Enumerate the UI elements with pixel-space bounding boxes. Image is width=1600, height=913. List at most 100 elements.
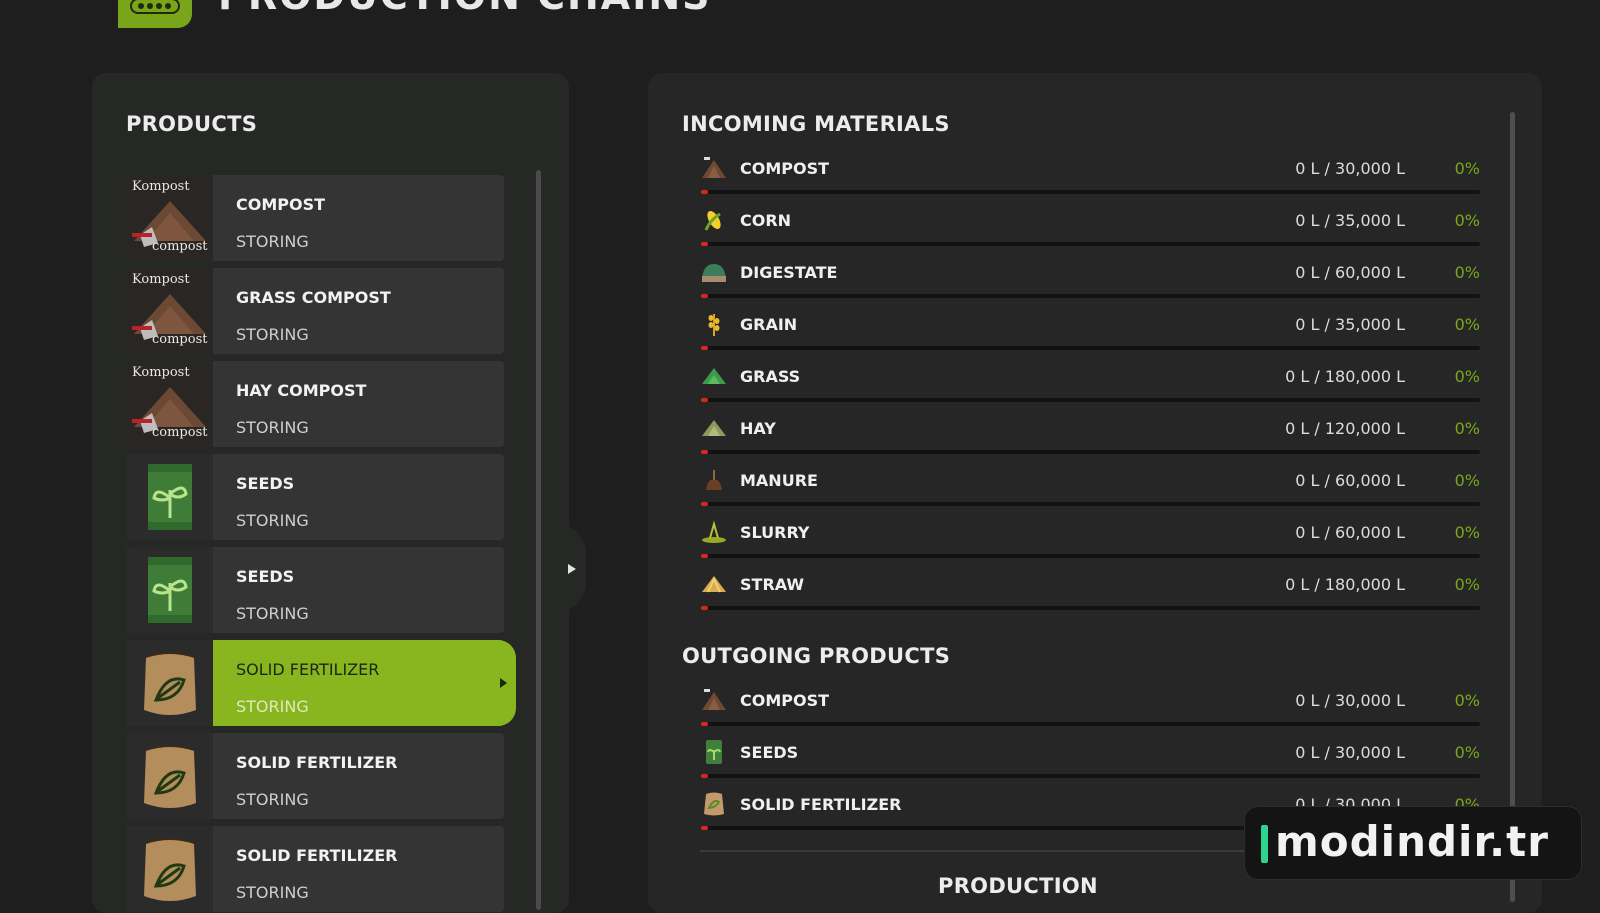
fill-level-indicator	[701, 398, 708, 402]
material-amount: 0 L / 120,000 L	[1285, 419, 1405, 438]
details-scrollbar[interactable]	[1510, 112, 1515, 902]
material-row: DIGESTATE 0 L / 60,000 L 0%	[700, 258, 1480, 302]
material-amount: 0 L / 180,000 L	[1285, 367, 1405, 386]
material-percent: 0%	[1454, 419, 1480, 438]
compost-icon	[700, 686, 728, 714]
material-name: GRASS	[740, 367, 801, 386]
material-row: SEEDS 0 L / 30,000 L 0%	[700, 738, 1480, 782]
product-item[interactable]: SOLID FERTILIZER STORING	[126, 733, 504, 819]
product-name: SEEDS	[236, 474, 295, 493]
fertilizer-sack-icon	[126, 826, 213, 912]
watermark-text: modindir.tr	[1275, 817, 1549, 866]
material-row: SLURRY 0 L / 60,000 L 0%	[700, 518, 1480, 562]
product-name: GRASS COMPOST	[236, 288, 391, 307]
incoming-materials-heading: INCOMING MATERIALS	[682, 112, 950, 136]
material-row: COMPOST 0 L / 30,000 L 0%	[700, 154, 1480, 198]
fill-level-indicator	[701, 554, 708, 558]
material-name: SLURRY	[740, 523, 810, 542]
thumb-label-top: Kompost	[132, 365, 190, 380]
product-item[interactable]: Kompost compost GRASS COMPOST STORING	[126, 268, 504, 354]
product-item[interactable]: SEEDS STORING	[126, 454, 504, 540]
production-heading: PRODUCTION	[938, 874, 1098, 898]
panel-toggle-button[interactable]	[556, 524, 586, 612]
product-name: SOLID FERTILIZER	[236, 753, 398, 772]
material-name: STRAW	[740, 575, 805, 594]
material-row: CORN 0 L / 35,000 L 0%	[700, 206, 1480, 250]
manure-icon	[700, 466, 728, 494]
fill-level-bar	[701, 450, 1480, 454]
material-amount: 0 L / 35,000 L	[1295, 315, 1405, 334]
material-name: COMPOST	[740, 159, 830, 178]
product-status: STORING	[236, 232, 309, 251]
fill-level-bar	[701, 190, 1480, 194]
fill-level-bar	[701, 606, 1480, 610]
seeds-icon	[700, 738, 728, 766]
fill-level-indicator	[701, 826, 708, 830]
seeds-icon	[126, 454, 213, 540]
watermark: modindir.tr	[1244, 806, 1582, 880]
fill-level-indicator	[701, 606, 708, 610]
material-percent: 0%	[1454, 575, 1480, 594]
material-amount: 0 L / 60,000 L	[1295, 523, 1405, 542]
play-arrow-icon	[568, 564, 576, 574]
product-item[interactable]: SOLID FERTILIZER STORING	[126, 826, 504, 912]
material-name: CORN	[740, 211, 792, 230]
page-title: PRODUCTION CHAINS	[218, 0, 712, 18]
fill-level-bar	[701, 502, 1480, 506]
material-percent: 0%	[1454, 471, 1480, 490]
thumb-label-bottom: compost	[152, 239, 208, 254]
compost-icon: Kompost compost	[126, 175, 213, 261]
material-percent: 0%	[1454, 315, 1480, 334]
product-name: SOLID FERTILIZER	[236, 660, 380, 679]
product-item[interactable]: SOLID FERTILIZER STORING	[126, 640, 516, 726]
fill-level-indicator	[701, 722, 708, 726]
material-name: GRAIN	[740, 315, 798, 334]
material-amount: 0 L / 30,000 L	[1295, 159, 1405, 178]
material-amount: 0 L / 30,000 L	[1295, 691, 1405, 710]
product-status: STORING	[236, 511, 309, 530]
fill-level-bar	[701, 346, 1480, 350]
product-item[interactable]: Kompost compost COMPOST STORING	[126, 175, 504, 261]
fill-level-indicator	[701, 294, 708, 298]
fill-level-indicator	[701, 774, 708, 778]
material-name: SOLID FERTILIZER	[740, 795, 902, 814]
product-status: STORING	[236, 790, 309, 809]
material-amount: 0 L / 60,000 L	[1295, 263, 1405, 282]
product-status: STORING	[236, 697, 309, 716]
material-percent: 0%	[1454, 159, 1480, 178]
material-name: COMPOST	[740, 691, 830, 710]
material-name: DIGESTATE	[740, 263, 838, 282]
fertilizer-sack-icon	[700, 790, 728, 818]
digestate-icon	[700, 258, 728, 286]
material-percent: 0%	[1454, 367, 1480, 386]
outgoing-products-heading: OUTGOING PRODUCTS	[682, 644, 951, 668]
fill-level-bar	[701, 242, 1480, 246]
fill-level-bar	[701, 722, 1480, 726]
product-name: SEEDS	[236, 567, 295, 586]
product-item[interactable]: Kompost compost HAY COMPOST STORING	[126, 361, 504, 447]
fertilizer-sack-icon	[126, 640, 213, 726]
product-name: HAY COMPOST	[236, 381, 367, 400]
product-item[interactable]: SEEDS STORING	[126, 547, 504, 633]
compost-icon: Kompost compost	[126, 268, 213, 354]
material-percent: 0%	[1454, 691, 1480, 710]
fill-level-bar	[701, 398, 1480, 402]
material-percent: 0%	[1454, 523, 1480, 542]
slurry-icon	[700, 518, 728, 546]
fill-level-indicator	[701, 190, 708, 194]
product-name: SOLID FERTILIZER	[236, 846, 398, 865]
material-percent: 0%	[1454, 211, 1480, 230]
products-scrollbar[interactable]	[536, 170, 541, 910]
product-status: STORING	[236, 883, 309, 902]
material-amount: 0 L / 60,000 L	[1295, 471, 1405, 490]
material-name: MANURE	[740, 471, 818, 490]
corn-icon	[700, 206, 728, 234]
compost-icon	[700, 154, 728, 182]
fertilizer-sack-icon	[126, 733, 213, 819]
grain-icon	[700, 310, 728, 338]
material-percent: 0%	[1454, 743, 1480, 762]
grass-icon	[700, 362, 728, 390]
thumb-label-bottom: compost	[152, 425, 208, 440]
thumb-label-top: Kompost	[132, 272, 190, 287]
fill-level-indicator	[701, 502, 708, 506]
